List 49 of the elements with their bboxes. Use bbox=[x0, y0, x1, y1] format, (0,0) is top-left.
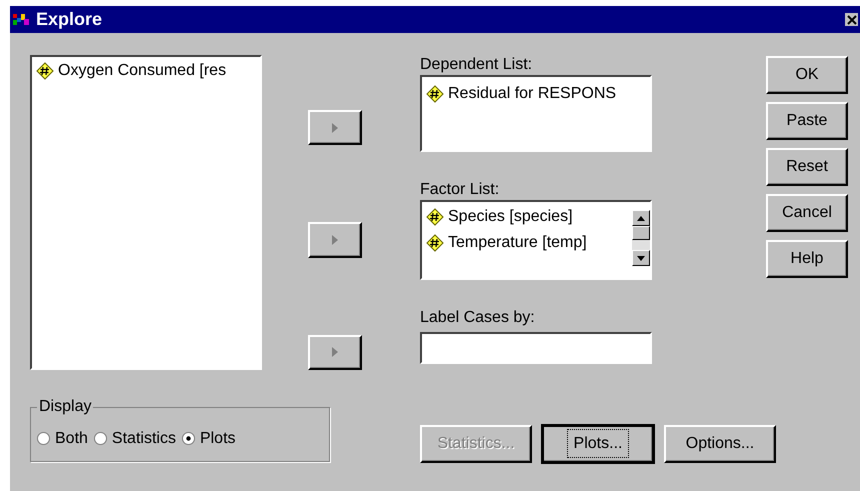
app-icon bbox=[12, 12, 30, 28]
label-cases-label: Label Cases by: bbox=[420, 308, 536, 328]
right-arrow-icon bbox=[331, 346, 339, 358]
close-icon bbox=[846, 14, 856, 24]
group-title: Display bbox=[38, 398, 92, 416]
numeric-variable-icon bbox=[426, 208, 444, 226]
dialog-button[interactable]: Reset bbox=[766, 148, 848, 186]
list-item[interactable]: Oxygen Consumed [res bbox=[36, 60, 256, 82]
right-arrow-icon bbox=[331, 122, 339, 134]
dialog-button[interactable]: Paste bbox=[766, 102, 848, 140]
factor-list[interactable]: Species [species] Temperature [temp] bbox=[420, 200, 652, 280]
item-label: Temperature [temp] bbox=[448, 234, 587, 252]
item-label: Oxygen Consumed [res bbox=[58, 62, 226, 80]
dependent-list-label: Dependent List: bbox=[420, 55, 534, 75]
variable-list[interactable]: Oxygen Consumed [res bbox=[30, 55, 262, 370]
list-item[interactable]: Temperature [temp] bbox=[426, 230, 632, 256]
dialog-button[interactable]: OK bbox=[766, 56, 848, 94]
dialog-button[interactable]: Cancel bbox=[766, 194, 848, 232]
radio-option[interactable]: Both bbox=[37, 430, 88, 448]
radio-button[interactable] bbox=[182, 432, 195, 445]
dialog-button[interactable]: Options... bbox=[664, 425, 776, 463]
window-title: Explore bbox=[36, 9, 104, 30]
move-button[interactable] bbox=[308, 334, 362, 370]
factor-list-label: Factor List: bbox=[420, 180, 500, 200]
item-label: Species [species] bbox=[448, 208, 573, 226]
label-cases-field[interactable] bbox=[420, 332, 652, 364]
radio-button[interactable] bbox=[37, 432, 50, 445]
radio-option[interactable]: Statistics bbox=[94, 430, 176, 448]
radio-option[interactable]: Plots bbox=[182, 430, 236, 448]
scroll-thumb[interactable] bbox=[632, 226, 650, 240]
dependent-list[interactable]: Residual for RESPONS bbox=[420, 75, 652, 152]
close-button[interactable] bbox=[845, 13, 858, 26]
up-arrow-icon bbox=[637, 216, 645, 220]
numeric-variable-icon bbox=[426, 234, 444, 252]
item-label: Residual for RESPONS bbox=[448, 85, 616, 103]
move-button[interactable] bbox=[308, 110, 362, 146]
dialog-button[interactable]: Help bbox=[766, 240, 848, 278]
dialog-button[interactable]: Plots... bbox=[542, 425, 654, 463]
scroll-down-button[interactable] bbox=[632, 250, 650, 266]
right-arrow-icon bbox=[331, 234, 339, 246]
numeric-variable-icon bbox=[426, 85, 444, 103]
scroll-up-button[interactable] bbox=[632, 210, 650, 226]
scroll-track[interactable] bbox=[632, 240, 650, 250]
radio-button[interactable] bbox=[94, 432, 107, 445]
down-arrow-icon bbox=[637, 256, 645, 260]
move-button[interactable] bbox=[308, 222, 362, 258]
list-item[interactable]: Residual for RESPONS bbox=[426, 83, 646, 105]
numeric-variable-icon bbox=[36, 62, 54, 80]
list-item[interactable]: Species [species] bbox=[426, 204, 632, 230]
